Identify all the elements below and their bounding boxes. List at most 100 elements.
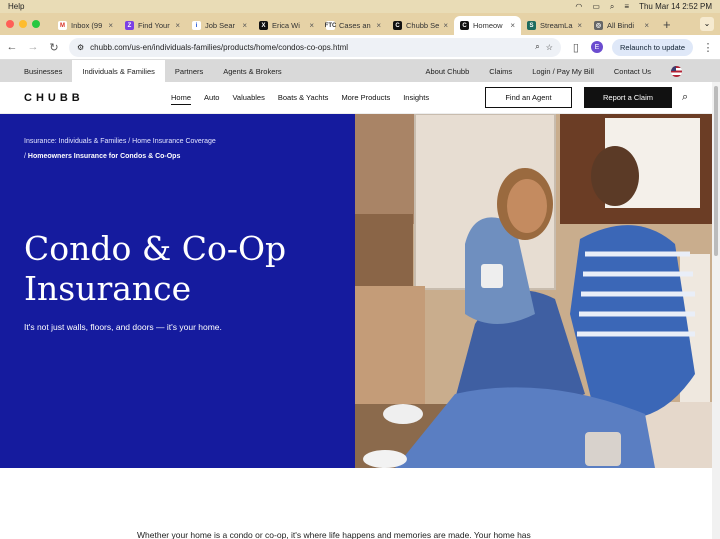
minimize-window-button[interactable]: [19, 20, 27, 28]
hero-subtitle: It's not just walls, floors, and doors —…: [24, 322, 222, 332]
browser-tab[interactable]: C Chubb Se ×: [387, 16, 454, 35]
language-selector[interactable]: [661, 60, 692, 82]
tab-favicon-icon: M: [58, 21, 67, 30]
battery-icon[interactable]: ▭: [592, 2, 600, 11]
util-nav-individuals-families[interactable]: Individuals & Families: [72, 60, 165, 82]
sidebar-icon[interactable]: ▯: [570, 41, 582, 54]
close-tab-icon[interactable]: ×: [175, 21, 180, 30]
hero-text-panel: Insurance: Individuals & Families / Home…: [0, 114, 355, 468]
back-arrow-icon[interactable]: ←: [6, 41, 18, 53]
browser-tab[interactable]: M Inbox (99 ×: [52, 16, 119, 35]
clock[interactable]: Thu Mar 14 2:52 PM: [639, 2, 712, 11]
tab-search-icon[interactable]: ⌄: [700, 17, 714, 31]
hero-section: Insurance: Individuals & Families / Home…: [0, 114, 720, 468]
tab-title: Homeow: [473, 21, 503, 30]
close-tab-icon[interactable]: ×: [108, 21, 113, 30]
util-nav-partners[interactable]: Partners: [165, 60, 213, 82]
site-search-icon[interactable]: ⌕: [682, 91, 696, 104]
url-text[interactable]: chubb.com/us-en/individuals-families/pro…: [90, 43, 529, 52]
util-nav-login-pay[interactable]: Login / Pay My Bill: [522, 60, 604, 82]
product-menu: Home Auto Valuables Boats & Yachts More …: [171, 91, 485, 105]
us-flag-icon: [671, 65, 682, 77]
close-tab-icon[interactable]: ×: [644, 21, 649, 30]
close-tab-icon[interactable]: ×: [309, 21, 314, 30]
tab-favicon-icon: ◎: [594, 21, 603, 30]
util-nav-businesses[interactable]: Businesses: [14, 60, 72, 82]
util-nav-about[interactable]: About Chubb: [415, 60, 479, 82]
nav-valuables[interactable]: Valuables: [232, 91, 264, 105]
intro-paragraph: Whether your home is a condo or co-op, i…: [137, 530, 531, 539]
tab-title: Job Sear: [205, 21, 236, 30]
nav-boats-yachts[interactable]: Boats & Yachts: [278, 91, 329, 105]
control-center-icon[interactable]: ≡: [624, 2, 629, 11]
nav-insights[interactable]: Insights: [403, 91, 429, 105]
page-title-line1: Condo & Co-Op: [24, 229, 287, 268]
tab-list: M Inbox (99 × Z Find Your × i Job Sear × X Erica W…: [52, 16, 655, 35]
tab-title: Inbox (99: [71, 21, 103, 30]
breadcrumb: Insurance: Individuals & Families / Home…: [24, 134, 355, 164]
window-controls: [6, 13, 40, 35]
page-title-line2: Insurance: [24, 269, 192, 308]
main-nav: CHUBB Home Auto Valuables Boats & Yachts…: [0, 82, 720, 114]
zoom-window-button[interactable]: [32, 20, 40, 28]
relaunch-button[interactable]: Relaunch to update: [611, 38, 693, 56]
close-window-button[interactable]: [6, 20, 14, 28]
new-tab-button[interactable]: +: [655, 17, 679, 35]
util-nav-claims[interactable]: Claims: [479, 60, 522, 82]
browser-tab[interactable]: ◎ All Bindi ×: [588, 16, 655, 35]
profile-avatar[interactable]: E: [590, 41, 603, 53]
report-claim-button[interactable]: Report a Claim: [584, 87, 672, 108]
scrollbar-thumb[interactable]: [714, 86, 718, 256]
more-menu-icon[interactable]: ⋮: [702, 41, 714, 54]
bookmark-star-icon[interactable]: ☆: [546, 43, 553, 52]
couple-photo-illustration: [355, 114, 720, 468]
utility-nav: Businesses Individuals & Families Partne…: [0, 60, 720, 82]
forward-arrow-icon[interactable]: →: [27, 41, 39, 53]
nav-more-products[interactable]: More Products: [341, 91, 390, 105]
site-info-icon[interactable]: ⚙: [77, 43, 84, 52]
breadcrumb-link-home-coverage[interactable]: Home Insurance Coverage: [132, 138, 216, 145]
tab-favicon-icon: C: [393, 21, 402, 30]
browser-tab[interactable]: S StreamLa ×: [521, 16, 588, 35]
tab-strip: M Inbox (99 × Z Find Your × i Job Sear × X Erica W…: [0, 13, 720, 35]
tab-favicon-icon: X: [259, 21, 268, 30]
tab-title: Cases an: [339, 21, 371, 30]
chubb-logo[interactable]: CHUBB: [24, 92, 171, 104]
app-menu-help[interactable]: Help: [8, 2, 24, 11]
browser-tab[interactable]: Z Find Your ×: [119, 16, 186, 35]
page-scrollbar[interactable]: [712, 82, 720, 539]
close-tab-icon[interactable]: ×: [376, 21, 381, 30]
wifi-icon[interactable]: ◠: [575, 2, 582, 11]
close-tab-icon[interactable]: ×: [510, 21, 515, 30]
close-tab-icon[interactable]: ×: [577, 21, 582, 30]
util-nav-agents-brokers[interactable]: Agents & Brokers: [213, 60, 291, 82]
address-bar-row: ← → ↻ ⚙ chubb.com/us-en/individuals-fami…: [0, 35, 720, 60]
reload-icon[interactable]: ↻: [48, 41, 60, 54]
tab-favicon-icon: Z: [125, 21, 134, 30]
tab-title: StreamLa: [540, 21, 573, 30]
tab-favicon-icon: S: [527, 21, 536, 30]
macos-menu-bar: Help ◠ ▭ ⌕ ≡ Thu Mar 14 2:52 PM: [0, 0, 720, 13]
breadcrumb-link-insurance[interactable]: Insurance: Individuals & Families: [24, 138, 126, 145]
util-nav-contact[interactable]: Contact Us: [604, 60, 661, 82]
tab-title: Find Your: [138, 21, 170, 30]
zoom-search-icon[interactable]: ⌕: [535, 42, 539, 52]
close-tab-icon[interactable]: ×: [443, 21, 448, 30]
tab-favicon-icon: C: [460, 21, 469, 30]
hero-photo: [355, 114, 720, 468]
close-tab-icon[interactable]: ×: [242, 21, 247, 30]
nav-home[interactable]: Home: [171, 91, 192, 105]
browser-tab[interactable]: X Erica Wi ×: [253, 16, 320, 35]
browser-tab[interactable]: C Homeow ×: [454, 16, 521, 35]
browser-tab[interactable]: i Job Sear ×: [186, 16, 253, 35]
url-omnibox[interactable]: ⚙ chubb.com/us-en/individuals-families/p…: [69, 37, 561, 57]
tab-title: Erica Wi: [272, 21, 300, 30]
intro-section: Whether your home is a condo or co-op, i…: [0, 468, 720, 539]
browser-tab[interactable]: FTC Cases an ×: [320, 16, 387, 35]
find-agent-button[interactable]: Find an Agent: [485, 87, 572, 108]
nav-auto[interactable]: Auto: [204, 91, 219, 105]
page-title: Condo & Co-Op Insurance: [24, 229, 355, 309]
tab-title: All Bindi: [607, 21, 635, 30]
tab-title: Chubb Se: [406, 21, 440, 30]
search-icon[interactable]: ⌕: [610, 2, 614, 12]
